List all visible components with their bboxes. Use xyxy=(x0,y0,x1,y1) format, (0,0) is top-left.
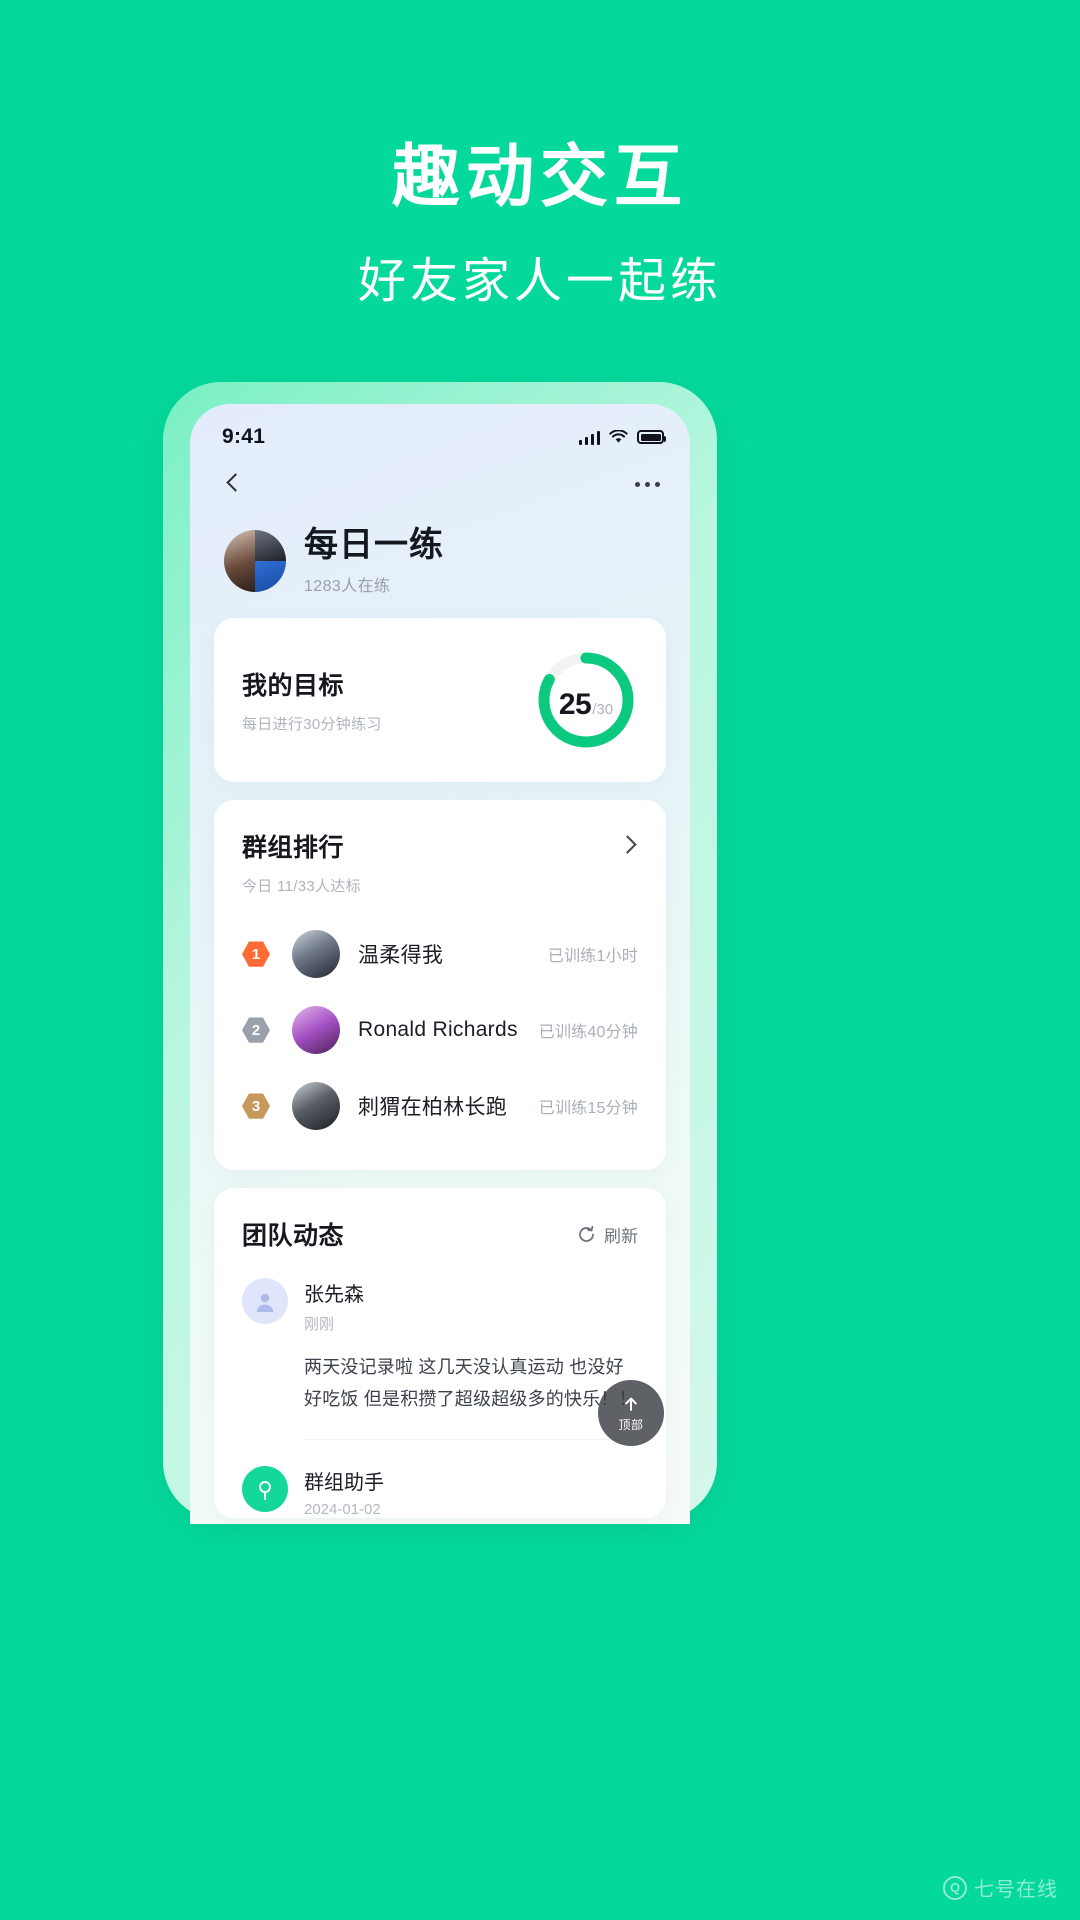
assistant-avatar-icon xyxy=(242,1466,288,1513)
battery-full-icon xyxy=(637,430,666,444)
table-row[interactable]: 1 温柔得我 已训练1小时 xyxy=(242,916,638,992)
team-feed-header: 团队动态 刷新 xyxy=(242,1216,638,1252)
refresh-button[interactable]: 刷新 xyxy=(577,1222,638,1247)
refresh-label: 刷新 xyxy=(604,1226,638,1246)
post-body-text: 两天没记录啦 这几天没认真运动 也没好好吃饭 但是积攒了超级超级多的快乐！！ xyxy=(304,1357,637,1409)
list-item[interactable]: 群组助手 2024-01-02 xyxy=(242,1440,638,1518)
goal-progress-value: 25 xyxy=(558,688,592,722)
avatar xyxy=(292,1006,340,1055)
table-row[interactable]: 2 Ronald Richards 已训练40分钟 xyxy=(242,992,638,1068)
post-timestamp: 2024-01-02 xyxy=(304,1501,381,1519)
table-row[interactable]: 3 刺猬在柏林长跑 已训练15分钟 xyxy=(242,1068,638,1144)
ranking-card: 群组排行 今日 11/33人达标 1 温柔得我 已训练1小时 2 Ronald … xyxy=(214,800,666,1171)
app-navbar xyxy=(190,456,690,512)
group-header[interactable]: 每日一练 1283人在练 xyxy=(190,512,690,618)
back-to-top-label: 顶部 xyxy=(618,1417,644,1432)
cellular-bars-icon xyxy=(578,430,600,445)
rank-duration: 已训练1小时 xyxy=(547,948,638,966)
status-bar-time: 9:41 xyxy=(222,425,266,448)
back-to-top-button[interactable]: 顶部 xyxy=(598,1380,664,1446)
group-meta: 每日一练 1283人在练 xyxy=(304,526,444,596)
chevron-left-icon[interactable] xyxy=(220,471,246,497)
avatar xyxy=(292,1082,340,1131)
post-timestamp: 刚刚 xyxy=(304,1316,335,1334)
goal-progress-ring: 25 /30 xyxy=(534,648,638,752)
ranking-list: 1 温柔得我 已训练1小时 2 Ronald Richards 已训练40分钟 … xyxy=(214,902,666,1170)
user-avatar-icon xyxy=(242,1278,288,1325)
ranking-title: 群组排行 xyxy=(242,834,345,863)
page-title: 趣动交互 xyxy=(391,139,688,215)
watermark-text: 七号在线 xyxy=(974,1879,1058,1901)
group-title: 每日一练 xyxy=(304,526,444,564)
watermark: Q 七号在线 xyxy=(943,1873,1058,1902)
phone-screen: 9:41 每日一练 1283人在练 我的目标 每日进行30分钟练习 25 /30… xyxy=(190,404,690,1524)
rank-badge: 3 xyxy=(242,1093,270,1119)
goal-card[interactable]: 我的目标 每日进行30分钟练习 25 /30 xyxy=(214,618,666,783)
watermark-badge: Q xyxy=(943,1875,967,1900)
post-author: 张先森 xyxy=(304,1284,364,1307)
ranking-header[interactable]: 群组排行 今日 11/33人达标 xyxy=(214,800,666,902)
rank-user-name: 刺猬在柏林长跑 xyxy=(358,1096,508,1120)
goal-text-block: 我的目标 每日进行30分钟练习 xyxy=(242,666,382,734)
page-subtitle: 好友家人一起练 xyxy=(357,254,722,308)
goal-title: 我的目标 xyxy=(242,672,345,701)
ranking-text-block: 群组排行 今日 11/33人达标 xyxy=(242,828,361,896)
wifi-icon xyxy=(609,430,628,444)
post-author: 群组助手 xyxy=(304,1472,384,1495)
team-feed-title: 团队动态 xyxy=(242,1222,345,1251)
status-bar: 9:41 xyxy=(190,404,690,456)
rank-duration: 已训练15分钟 xyxy=(538,1100,638,1118)
more-horizontal-icon[interactable] xyxy=(635,481,660,487)
list-item[interactable]: 张先森 刚刚 xyxy=(242,1252,638,1334)
group-avatar-collage xyxy=(224,530,286,593)
rank-user-name: 温柔得我 xyxy=(358,944,444,968)
promo-header: 趣动交互 好友家人一起练 xyxy=(0,0,1080,311)
refresh-icon xyxy=(577,1225,596,1244)
status-bar-icons xyxy=(578,430,666,445)
phone-bezel: 9:41 每日一练 1283人在练 我的目标 每日进行30分钟练习 25 /30… xyxy=(163,382,717,1524)
chevron-right-icon[interactable] xyxy=(618,834,638,854)
goal-progress-total: /30 xyxy=(592,701,614,719)
group-member-count: 1283人在练 xyxy=(304,578,391,596)
arrow-up-icon xyxy=(621,1394,641,1414)
rank-user-name: Ronald Richards xyxy=(358,1018,518,1042)
rank-badge: 2 xyxy=(242,1017,270,1043)
ranking-subtitle: 今日 11/33人达标 xyxy=(242,878,361,896)
rank-duration: 已训练40分钟 xyxy=(538,1024,638,1042)
rank-badge: 1 xyxy=(242,941,270,967)
goal-subtitle: 每日进行30分钟练习 xyxy=(242,716,382,734)
team-feed-card: 团队动态 刷新 张先森 刚刚 两天没记录啦 这几天没认真运动 也没好好吃饭 但是… xyxy=(214,1188,666,1519)
avatar xyxy=(292,930,340,979)
